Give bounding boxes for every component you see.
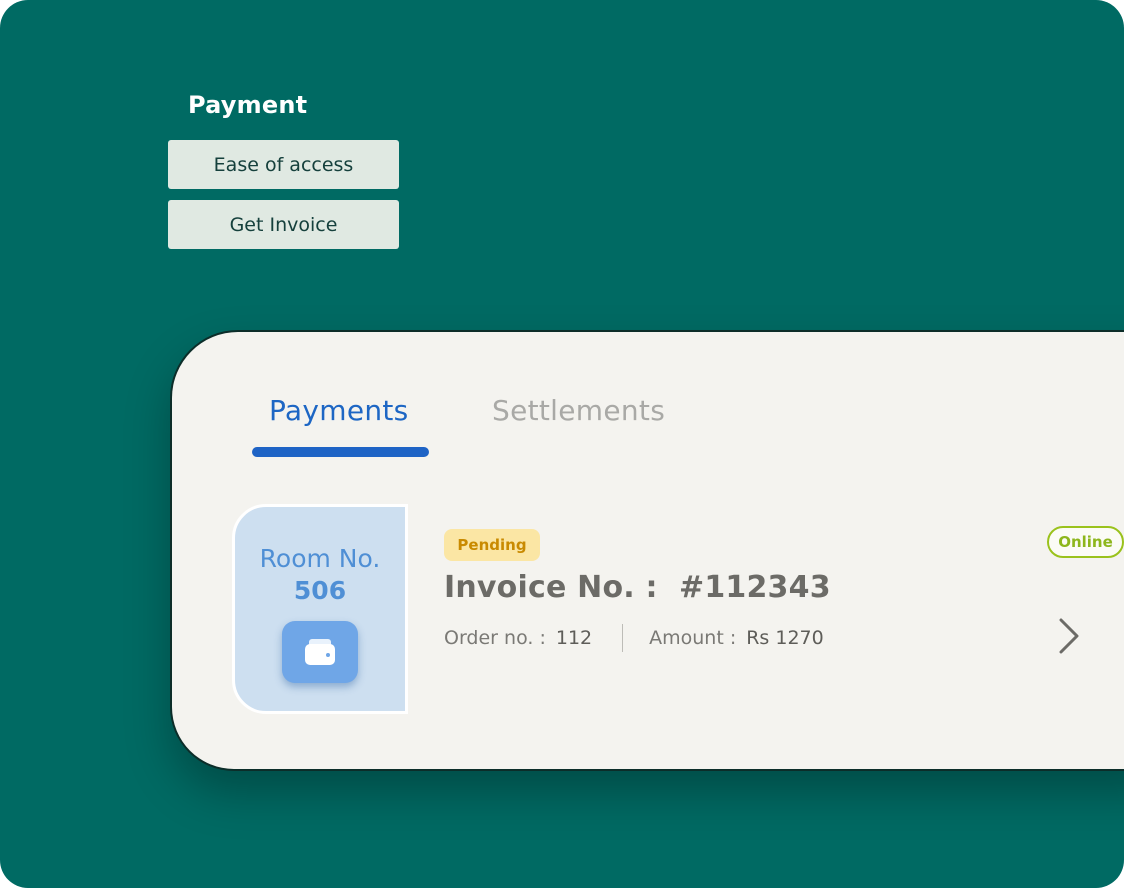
active-tab-indicator [252,447,429,457]
wallet-button[interactable] [282,621,358,683]
invoice-details: Order no. : 112 Amount : Rs 1270 [444,622,824,654]
room-number: 506 [293,576,347,605]
invoice-number: #112343 [679,570,831,605]
room-label: Room No. [259,544,381,573]
tab-payments[interactable]: Payments [269,394,409,427]
order-value: 112 [555,627,593,649]
wallet-icon [305,639,335,665]
amount-value: Rs 1270 [746,627,824,649]
amount-label: Amount : [649,627,737,649]
payments-card: Payments Settlements Room No. 506 Pendin… [170,330,1124,771]
tab-settlements[interactable]: Settlements [492,394,665,427]
status-badge: Pending [444,529,540,561]
detail-divider [622,624,624,652]
feature-chip-get-invoice: Get Invoice [168,200,399,249]
feature-chip-ease-of-access: Ease of access [168,140,399,189]
app-canvas: Payment Ease of access Get Invoice Payme… [0,0,1124,888]
order-label: Order no. : [444,627,546,649]
chevron-right-icon[interactable] [1057,616,1081,656]
payment-mode-badge: Online [1047,526,1124,558]
room-panel: Room No. 506 [232,504,408,714]
invoice-title: Invoice No. : #112343 [444,570,831,605]
section-title: Payment [188,91,308,119]
invoice-label: Invoice No. : [444,570,658,605]
